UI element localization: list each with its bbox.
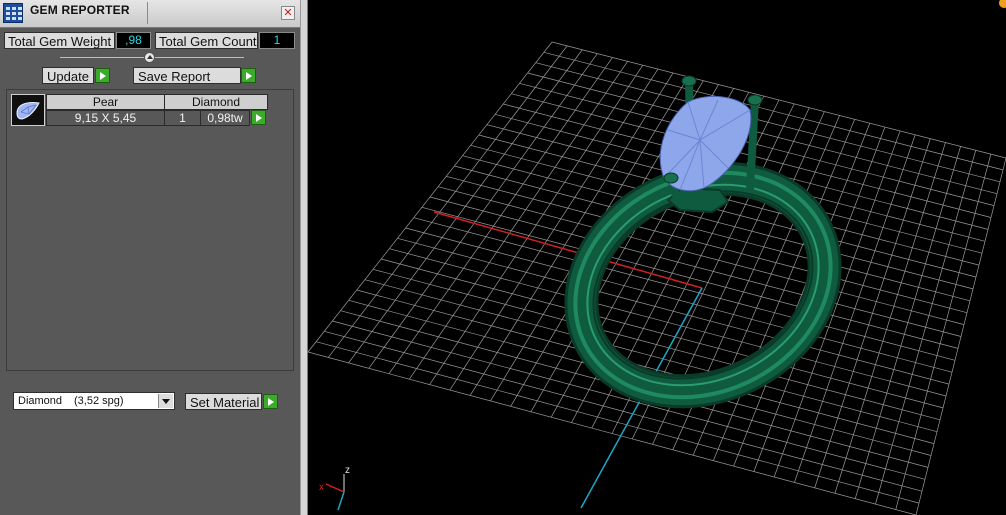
material-name: Diamond	[18, 395, 63, 407]
gem-reporter-panel: GEM REPORTER ✕ Total Gem Weight ,98 Tota…	[0, 0, 300, 515]
set-material-go-icon[interactable]	[263, 394, 278, 409]
grid-line	[421, 206, 959, 349]
axis-z-label: z	[345, 465, 350, 476]
gem-row-go-icon[interactable]	[251, 110, 266, 125]
viewport-scene: z x	[308, 0, 1006, 515]
update-go-icon[interactable]	[95, 68, 110, 83]
gem-size-cell: 9,15 X 5,45	[46, 110, 165, 126]
save-report-button[interactable]: Save Report	[133, 67, 241, 84]
window-title: GEM REPORTER	[30, 3, 130, 17]
gem-reporter-app-icon	[3, 3, 23, 23]
gem-weight-cell: 0,98tw	[200, 110, 250, 126]
grid-line	[814, 138, 931, 488]
gem-count-cell: 1	[164, 110, 201, 126]
panel-splitter[interactable]	[300, 0, 308, 515]
axis-x-label: x	[319, 482, 324, 493]
save-report-go-icon[interactable]	[241, 68, 256, 83]
grid-line	[429, 196, 962, 337]
title-bar[interactable]: GEM REPORTER ✕	[0, 0, 300, 28]
grid-line	[356, 289, 935, 444]
pear-gem-icon	[16, 102, 40, 120]
update-button[interactable]: Update	[42, 67, 94, 84]
gem-shape-header: Pear	[46, 94, 165, 110]
material-select[interactable]: Diamond (3,52 spg)	[13, 392, 175, 410]
grid-line	[332, 320, 926, 480]
set-material-button[interactable]: Set Material	[185, 393, 262, 410]
3d-viewport[interactable]: z x	[308, 0, 1006, 515]
gem-material-header: Diamond	[164, 94, 268, 110]
chevron-down-icon[interactable]	[158, 394, 173, 408]
gem-thumbnail[interactable]	[11, 94, 45, 126]
grid-line	[915, 157, 1006, 515]
total-gem-weight-value: ,98	[116, 32, 151, 49]
ring-model	[564, 75, 842, 409]
close-icon: ✕	[283, 7, 293, 19]
grid-line	[364, 279, 938, 433]
grid-line	[324, 330, 923, 492]
title-separator	[147, 2, 148, 24]
grid-line	[875, 150, 977, 505]
material-spg: (3,52 spg)	[74, 395, 124, 407]
close-button[interactable]: ✕	[281, 6, 295, 20]
grid-line	[895, 154, 992, 510]
viewport-corner-indicator	[999, 0, 1006, 8]
total-gem-weight-label: Total Gem Weight	[4, 32, 115, 49]
total-gem-count-value: 1	[259, 32, 295, 49]
gem-list	[6, 89, 294, 371]
ground-grid	[308, 41, 1006, 515]
axis-triad: z x	[319, 465, 350, 511]
panel-slider-thumb[interactable]	[144, 52, 155, 63]
total-gem-count-label: Total Gem Count	[155, 32, 258, 49]
grid-line	[397, 237, 950, 385]
